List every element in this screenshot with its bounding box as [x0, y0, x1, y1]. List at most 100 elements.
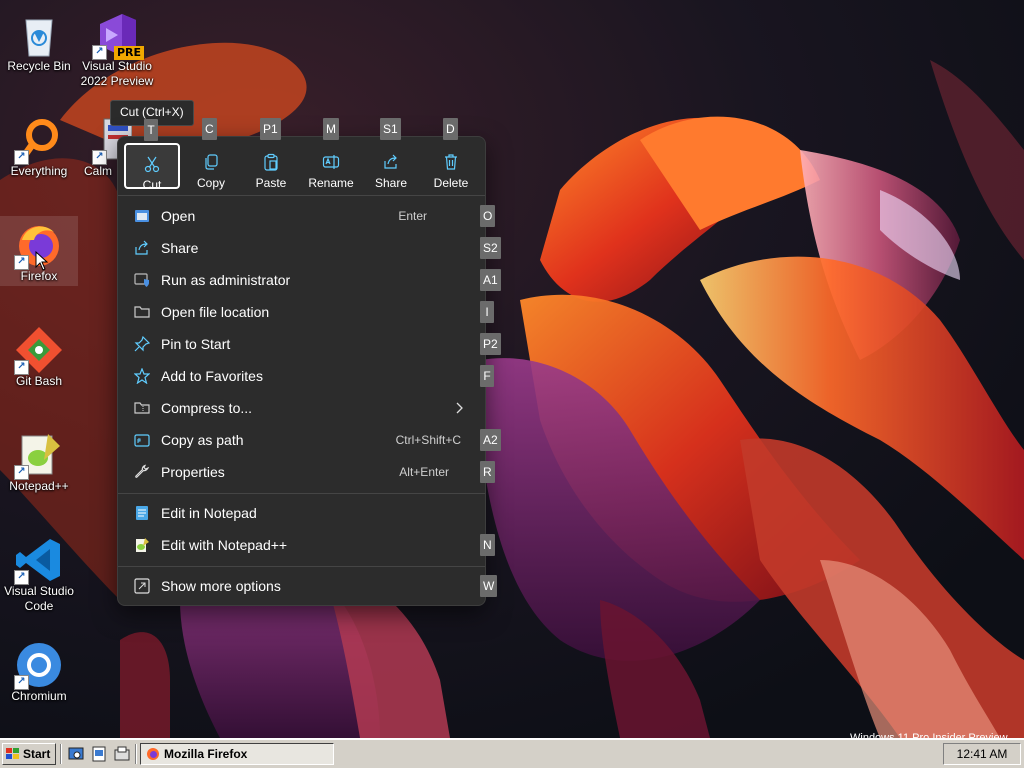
desktop-icon-label: Visual Studio 2022 Preview [80, 59, 154, 88]
copy-icon [183, 153, 239, 171]
start-button[interactable]: Start [2, 743, 56, 765]
desktop-icon-notepadpp[interactable]: ↗ Notepad++ [0, 426, 78, 496]
menu-item-label: Share [161, 240, 199, 256]
access-key-open-file-location: I [480, 301, 494, 323]
toolbar-label: Share [374, 176, 408, 190]
menu-item-edit-in-notepad[interactable]: Edit in Notepad [124, 497, 479, 529]
toolbar-label: Delete [433, 176, 469, 190]
cut-button[interactable]: Cut [124, 143, 180, 192]
desktop-icon-label: Recycle Bin [7, 59, 71, 73]
access-key-share: S1 [380, 118, 401, 140]
menu-item-open-file-location[interactable]: Open file location [124, 296, 479, 328]
access-key-copy-as-path: A2 [480, 429, 501, 451]
menu-item-label: Properties [161, 464, 225, 480]
pin-icon [134, 335, 151, 352]
access-key-rename: M [323, 118, 339, 140]
context-menu: Cut Copy Paste Rename Share Delete Open … [117, 136, 486, 606]
desktop-icon-visual-studio-preview[interactable]: PRE ↗ Visual Studio 2022 Preview [78, 6, 156, 88]
menu-item-label: Show more options [161, 578, 281, 594]
access-key-share-item: S2 [480, 237, 501, 259]
scissors-icon [126, 155, 178, 173]
shortcut-arrow-icon: ↗ [14, 465, 29, 480]
desktop-icon-git-bash[interactable]: ↗ Git Bash [0, 321, 78, 391]
menu-item-label: Edit in Notepad [161, 505, 257, 521]
mouse-cursor-icon [35, 251, 49, 271]
menu-item-copy-as-path[interactable]: Copy as path Ctrl+Shift+C [124, 424, 479, 456]
shortcut-arrow-icon: ↗ [14, 150, 29, 165]
open-icon [134, 208, 150, 224]
wrench-icon [134, 464, 150, 480]
taskbar-separator [135, 744, 137, 764]
paste-button[interactable]: Paste [243, 143, 299, 190]
more-options-icon [134, 578, 150, 594]
menu-item-show-more-options[interactable]: Show more options [124, 570, 479, 602]
access-key-pin-to-start: P2 [480, 333, 501, 355]
access-key-cut: T [144, 119, 158, 141]
copy-button[interactable]: Copy [183, 143, 239, 190]
git-bash-icon: ↗ [14, 325, 64, 375]
taskbar-button-firefox[interactable]: Mozilla Firefox [140, 743, 334, 765]
access-key-paste: P1 [260, 118, 281, 140]
notepadpp-icon [134, 537, 150, 553]
desktop-icon-recycle-bin[interactable]: Recycle Bin [0, 6, 78, 76]
share-icon [134, 240, 150, 256]
chevron-right-icon [455, 401, 463, 419]
pre-badge: PRE [113, 46, 144, 60]
shortcut-arrow-icon: ↗ [92, 150, 107, 165]
notepad-icon [134, 505, 150, 521]
show-desktop-icon[interactable] [68, 746, 84, 762]
desktop-icon-chromium[interactable]: ↗ Chromium [0, 636, 78, 706]
access-key-delete: D [443, 118, 458, 140]
menu-item-label: Add to Favorites [161, 368, 263, 384]
menu-item-shortcut: Alt+Enter [399, 465, 449, 479]
share-button[interactable]: Share [363, 143, 419, 190]
access-key-run-as-admin: A1 [480, 269, 501, 291]
menu-item-edit-with-notepadpp[interactable]: Edit with Notepad++ [124, 529, 479, 561]
toolbar-label: Rename [308, 176, 354, 190]
menu-item-run-as-admin[interactable]: Run as administrator [124, 264, 479, 296]
windows-flag-icon [6, 748, 19, 759]
notepadpp-icon: ↗ [14, 430, 64, 480]
delete-button[interactable]: Delete [423, 143, 479, 190]
shortcut-arrow-icon: ↗ [14, 675, 29, 690]
taskbar: Start Mozilla Firefox 12:41 AM [0, 738, 1024, 768]
desktop-icon-label: Chromium [11, 689, 67, 703]
access-key-edit-with-notepadpp: N [480, 534, 495, 556]
menu-item-share[interactable]: Share [124, 232, 479, 264]
desktop-icon-everything[interactable]: ↗ Everything [0, 111, 78, 181]
taskbar-separator [60, 744, 62, 764]
menu-item-open[interactable]: Open Enter [124, 200, 479, 232]
menu-item-properties[interactable]: Properties Alt+Enter [124, 456, 479, 488]
explorer-icon[interactable] [91, 746, 107, 762]
desktop-icon-vscode[interactable]: ↗ Visual Studio Code [0, 531, 78, 613]
desktop-icon-label: Notepad++ [9, 479, 69, 493]
menu-item-label: Pin to Start [161, 336, 231, 352]
paste-icon [243, 153, 299, 171]
menu-separator [118, 493, 485, 494]
share-icon [363, 153, 419, 171]
menu-item-pin-to-start[interactable]: Pin to Start [124, 328, 479, 360]
desktop-icon-label: Git Bash [15, 374, 63, 388]
menu-item-add-to-favorites[interactable]: Add to Favorites [124, 360, 479, 392]
toolbar-label: Copy [196, 176, 225, 190]
taskbar-button-label: Mozilla Firefox [164, 747, 248, 761]
command-icon[interactable] [114, 746, 130, 762]
desktop-icon-firefox[interactable]: ↗ Firefox [0, 216, 78, 286]
star-icon [133, 367, 151, 385]
system-tray-clock[interactable]: 12:41 AM [943, 743, 1021, 765]
shortcut-arrow-icon: ↗ [14, 570, 29, 585]
rename-button[interactable]: Rename [303, 143, 359, 190]
desktop-icon-label: Everything [10, 164, 68, 178]
menu-item-label: Copy as path [161, 432, 244, 448]
menu-item-label: Run as administrator [161, 272, 291, 288]
toolbar-label: Cut [142, 178, 162, 192]
menu-separator [118, 566, 485, 567]
menu-item-label: Edit with Notepad++ [161, 537, 288, 553]
access-key-copy: C [202, 118, 217, 140]
shortcut-arrow-icon: ↗ [92, 45, 107, 60]
copy-path-icon [134, 432, 150, 448]
menu-item-compress-to[interactable]: Compress to... [124, 392, 479, 424]
menu-item-shortcut: Ctrl+Shift+C [395, 433, 461, 447]
chromium-icon: ↗ [14, 640, 64, 690]
desktop-icon-label: Firefox [20, 269, 58, 283]
